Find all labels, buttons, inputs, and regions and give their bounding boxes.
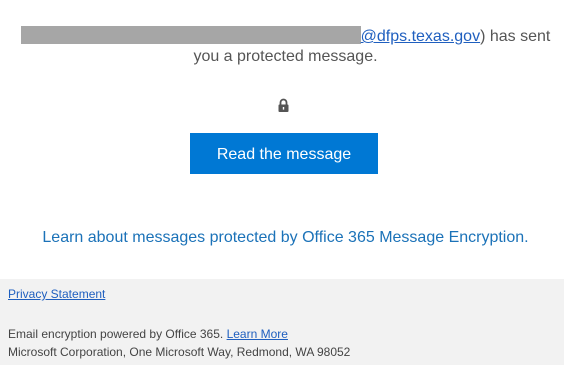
powered-by-text: Email encryption powered by Office 365. (8, 327, 224, 341)
read-message-button[interactable]: Read the message (190, 133, 378, 174)
has-sent-text: ) has sent (480, 28, 551, 45)
lock-icon (278, 98, 289, 112)
learn-about-encryption-link[interactable]: Learn about messages protected by Office… (0, 228, 571, 248)
privacy-statement-link[interactable]: Privacy Statement (8, 287, 105, 301)
company-address: Microsoft Corporation, One Microsoft Way… (8, 345, 351, 359)
encrypted-message-notice: @dfps.texas.gov) has sent you a protecte… (0, 0, 571, 373)
footer: Privacy Statement Email encryption power… (0, 279, 564, 365)
sender-line-1: @dfps.texas.gov) has sent (0, 26, 571, 46)
sender-notice: @dfps.texas.gov) has sent you a protecte… (0, 26, 571, 66)
sender-email-link[interactable]: @dfps.texas.gov (361, 28, 480, 45)
redacted-sender-name (20, 26, 361, 44)
powered-by-line: Email encryption powered by Office 365. … (8, 327, 288, 341)
learn-more-link[interactable]: Learn More (227, 327, 288, 341)
sender-line-2: you a protected message. (193, 48, 378, 65)
